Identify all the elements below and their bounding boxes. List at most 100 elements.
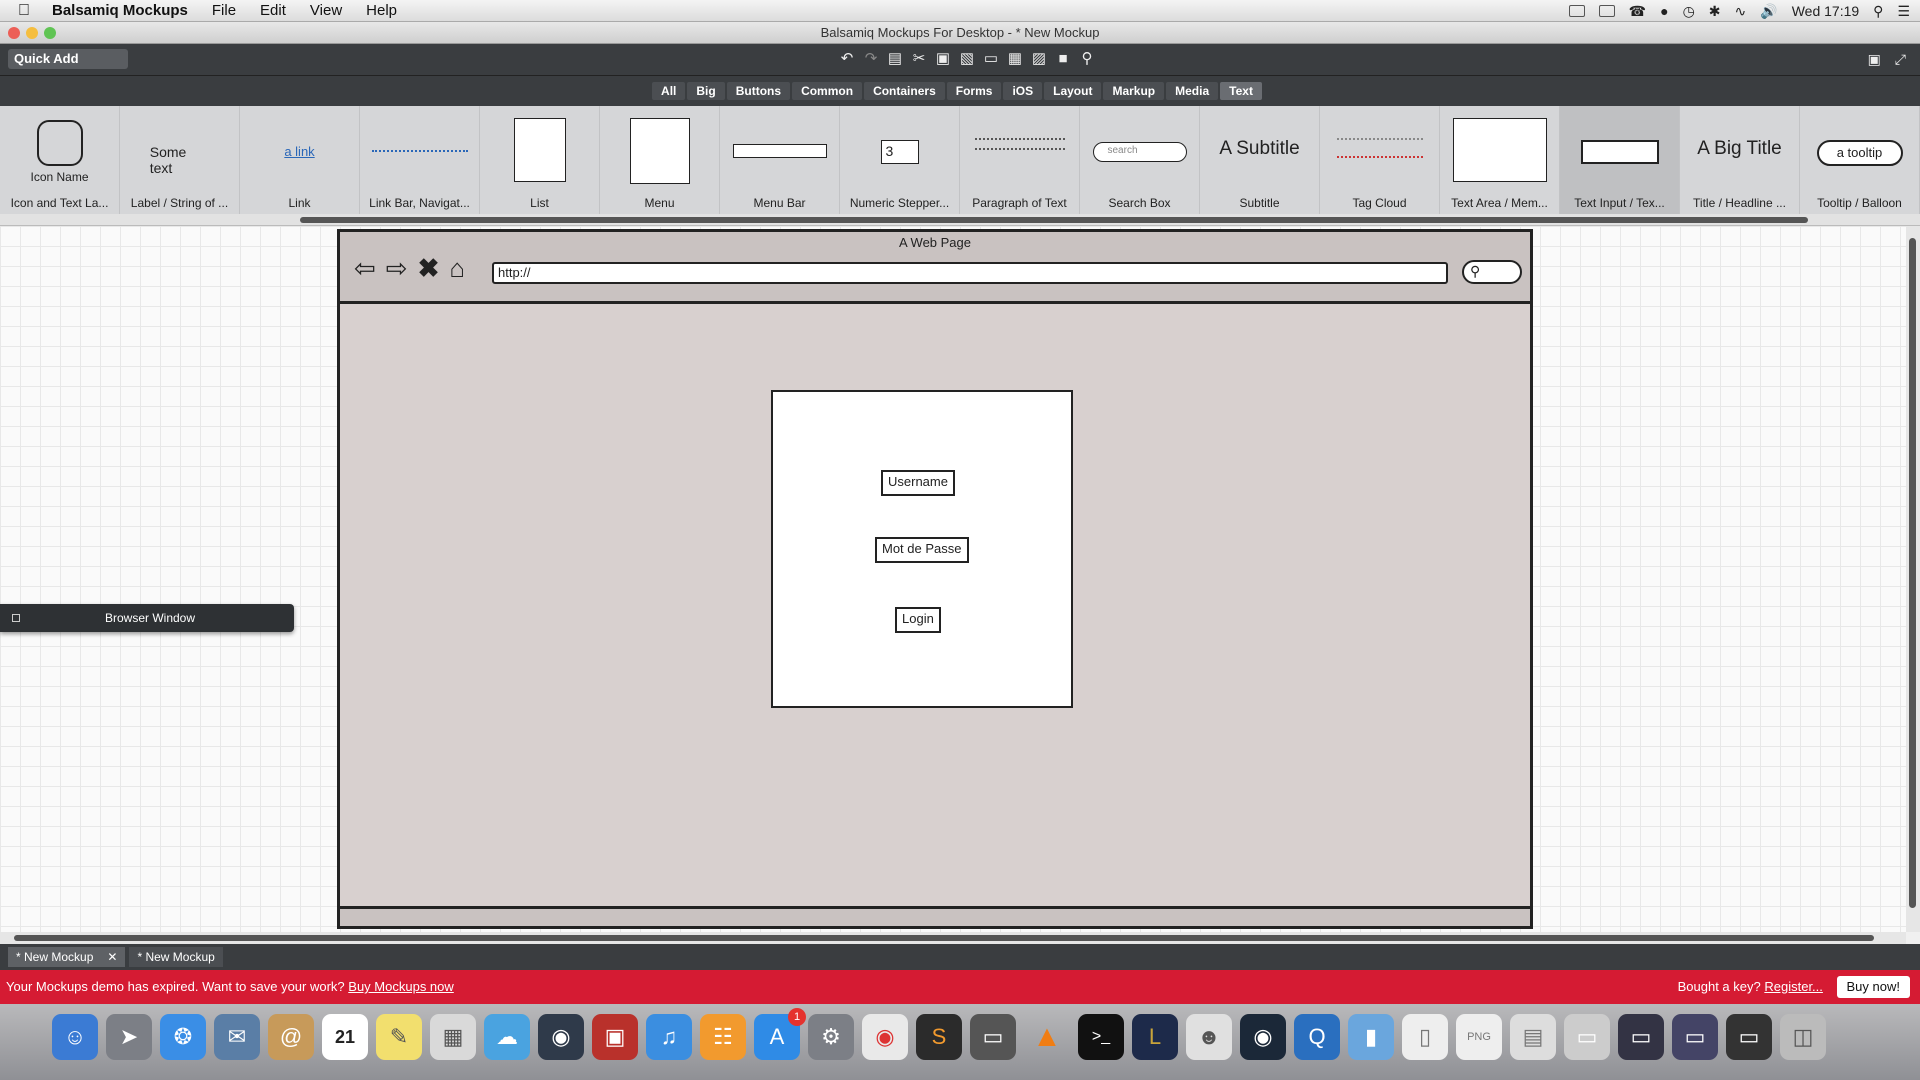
tab-mockup-2[interactable]: * New Mockup bbox=[129, 947, 223, 967]
library-item-link-bar[interactable]: Link Bar, Navigat... bbox=[360, 106, 480, 214]
library-item-title[interactable]: A Big Title Title / Headline ... bbox=[1680, 106, 1800, 214]
category-media[interactable]: Media bbox=[1166, 82, 1219, 100]
category-forms[interactable]: Forms bbox=[946, 82, 1002, 100]
library-scroll-thumb[interactable] bbox=[300, 217, 1808, 223]
browser-search-field[interactable]: ⚲ bbox=[1462, 260, 1522, 284]
library-item-subtitle[interactable]: A Subtitle Subtitle bbox=[1200, 106, 1320, 214]
lock-icon[interactable]: ■ bbox=[1054, 50, 1072, 68]
facetime-icon[interactable]: ◉ bbox=[538, 1014, 584, 1060]
spotlight-icon[interactable]: ⚲ bbox=[1873, 3, 1883, 20]
itunes-icon[interactable]: ♫ bbox=[646, 1014, 692, 1060]
redo-icon[interactable]: ↷ bbox=[862, 50, 880, 68]
lock-icon[interactable]: ● bbox=[1660, 3, 1668, 19]
property-inspector-panel[interactable]: Browser Window bbox=[0, 604, 294, 632]
screenshot-thumb-icon-4[interactable]: ▭ bbox=[1726, 1014, 1772, 1060]
browser-window-mockup[interactable]: A Web Page ⇦ ⇨ ✖ ⌂ http:// ⚲ Username Mo… bbox=[337, 229, 1533, 929]
library-item-list[interactable]: List bbox=[480, 106, 600, 214]
library-item-label-string[interactable]: Some text Label / String of ... bbox=[120, 106, 240, 214]
library-item-tooltip[interactable]: a tooltip Tooltip / Balloon bbox=[1800, 106, 1920, 214]
chrome-icon[interactable]: ◉ bbox=[862, 1014, 908, 1060]
notes-icon[interactable]: ✎ bbox=[376, 1014, 422, 1060]
category-common[interactable]: Common bbox=[792, 82, 863, 100]
preview-icon[interactable]: ▦ bbox=[430, 1014, 476, 1060]
notification-center-icon[interactable]: ☰ bbox=[1897, 3, 1910, 20]
category-buttons[interactable]: Buttons bbox=[726, 82, 791, 100]
screenshot-thumb-icon[interactable]: ▭ bbox=[1564, 1014, 1610, 1060]
category-big[interactable]: Big bbox=[687, 82, 725, 100]
volume-icon[interactable]: 🔊 bbox=[1760, 3, 1777, 20]
mail-icon[interactable]: ✉ bbox=[214, 1014, 260, 1060]
category-all[interactable]: All bbox=[652, 82, 686, 100]
group-icon[interactable]: ▦ bbox=[1006, 50, 1024, 68]
library-item-tag-cloud[interactable]: Tag Cloud bbox=[1320, 106, 1440, 214]
library-item-menu-bar[interactable]: Menu Bar bbox=[720, 106, 840, 214]
login-button[interactable]: Login bbox=[895, 607, 941, 633]
horizontal-scrollbar[interactable] bbox=[0, 932, 1906, 944]
library-item-text-input[interactable]: Text Input / Tex... bbox=[1560, 106, 1680, 214]
minimize-window-button[interactable] bbox=[26, 27, 38, 39]
copy-icon[interactable]: ▤ bbox=[886, 50, 904, 68]
category-containers[interactable]: Containers bbox=[864, 82, 945, 100]
notification-icon[interactable] bbox=[1568, 5, 1585, 17]
library-item-text-area[interactable]: Text Area / Mem... bbox=[1440, 106, 1560, 214]
apple-icon[interactable]:  bbox=[0, 2, 40, 20]
menu-help[interactable]: Help bbox=[354, 2, 409, 19]
library-item-link[interactable]: a link Link bbox=[240, 106, 360, 214]
category-ios[interactable]: iOS bbox=[1003, 82, 1043, 100]
calendar-icon[interactable]: 21 bbox=[322, 1014, 368, 1060]
clock[interactable]: Wed 17:19 bbox=[1792, 3, 1859, 19]
trash-icon[interactable]: ◫ bbox=[1780, 1014, 1826, 1060]
menu-edit[interactable]: Edit bbox=[248, 2, 298, 19]
vlc-icon[interactable]: ▲ bbox=[1024, 1014, 1070, 1060]
back-arrow-icon[interactable]: ⇦ bbox=[354, 254, 376, 282]
buy-mockups-link[interactable]: Buy Mockups now bbox=[348, 979, 454, 994]
search-icon[interactable]: ⚲ bbox=[1078, 50, 1096, 68]
finder-icon[interactable]: ☺ bbox=[52, 1014, 98, 1060]
undo-icon[interactable]: ↶ bbox=[838, 50, 856, 68]
menu-file[interactable]: File bbox=[200, 2, 248, 19]
messages-icon[interactable]: ☁ bbox=[484, 1014, 530, 1060]
category-text[interactable]: Text bbox=[1220, 82, 1262, 100]
category-markup[interactable]: Markup bbox=[1103, 82, 1165, 100]
window-thumbnail-icon[interactable]: ▭ bbox=[970, 1014, 1016, 1060]
bluetooth-icon[interactable]: ✱ bbox=[1709, 3, 1721, 20]
presentation-icon[interactable]: ▣ bbox=[1868, 51, 1881, 68]
username-field[interactable]: Username bbox=[881, 470, 955, 496]
screenshot-thumb-icon-3[interactable]: ▭ bbox=[1672, 1014, 1718, 1060]
phone-icon[interactable]: ☎ bbox=[1629, 3, 1646, 20]
password-field[interactable]: Mot de Passe bbox=[875, 537, 969, 563]
app-menu[interactable]: Balsamiq Mockups bbox=[40, 2, 200, 19]
close-window-button[interactable] bbox=[8, 27, 20, 39]
wifi-icon[interactable]: ∿ bbox=[1735, 3, 1747, 20]
terminal-icon[interactable]: >_ bbox=[1078, 1014, 1124, 1060]
cut-icon[interactable]: ✂ bbox=[910, 50, 928, 68]
library-item-search-box[interactable]: search Search Box bbox=[1080, 106, 1200, 214]
league-of-legends-icon[interactable]: L bbox=[1132, 1014, 1178, 1060]
time-machine-icon[interactable]: ◷ bbox=[1683, 3, 1695, 20]
quick-add-input[interactable]: Quick Add bbox=[8, 49, 128, 69]
fullscreen-icon[interactable]: ⤢ bbox=[1895, 51, 1906, 68]
stop-icon[interactable]: ✖ bbox=[418, 254, 440, 282]
png-file-icon[interactable]: PNG bbox=[1456, 1014, 1502, 1060]
contacts-icon[interactable]: @ bbox=[268, 1014, 314, 1060]
menu-view[interactable]: View bbox=[298, 2, 354, 19]
horizontal-scroll-thumb[interactable] bbox=[14, 935, 1874, 941]
register-link[interactable]: Register... bbox=[1764, 979, 1823, 994]
url-field[interactable]: http:// bbox=[492, 262, 1448, 284]
airplay-icon[interactable] bbox=[1598, 5, 1615, 17]
buy-now-button[interactable]: Buy now! bbox=[1836, 976, 1910, 998]
library-item-numeric-stepper[interactable]: 3 Numeric Stepper... bbox=[840, 106, 960, 214]
screenshot-thumb-icon-2[interactable]: ▭ bbox=[1618, 1014, 1664, 1060]
stack-icon[interactable]: ▤ bbox=[1510, 1014, 1556, 1060]
library-scrollbar[interactable] bbox=[0, 214, 1920, 226]
mockup-canvas[interactable]: A Web Page ⇦ ⇨ ✖ ⌂ http:// ⚲ Username Mo… bbox=[0, 226, 1906, 932]
close-tab-icon[interactable]: ✕ bbox=[107, 947, 117, 967]
library-item-paragraph[interactable]: Paragraph of Text bbox=[960, 106, 1080, 214]
delete-icon[interactable]: ▭ bbox=[982, 50, 1000, 68]
vertical-scroll-thumb[interactable] bbox=[1909, 238, 1916, 908]
paste-icon[interactable]: ▣ bbox=[934, 50, 952, 68]
ungroup-icon[interactable]: ▨ bbox=[1030, 50, 1048, 68]
ibooks-icon[interactable]: ☷ bbox=[700, 1014, 746, 1060]
steam-icon[interactable]: ◉ bbox=[1240, 1014, 1286, 1060]
category-layout[interactable]: Layout bbox=[1044, 82, 1102, 100]
